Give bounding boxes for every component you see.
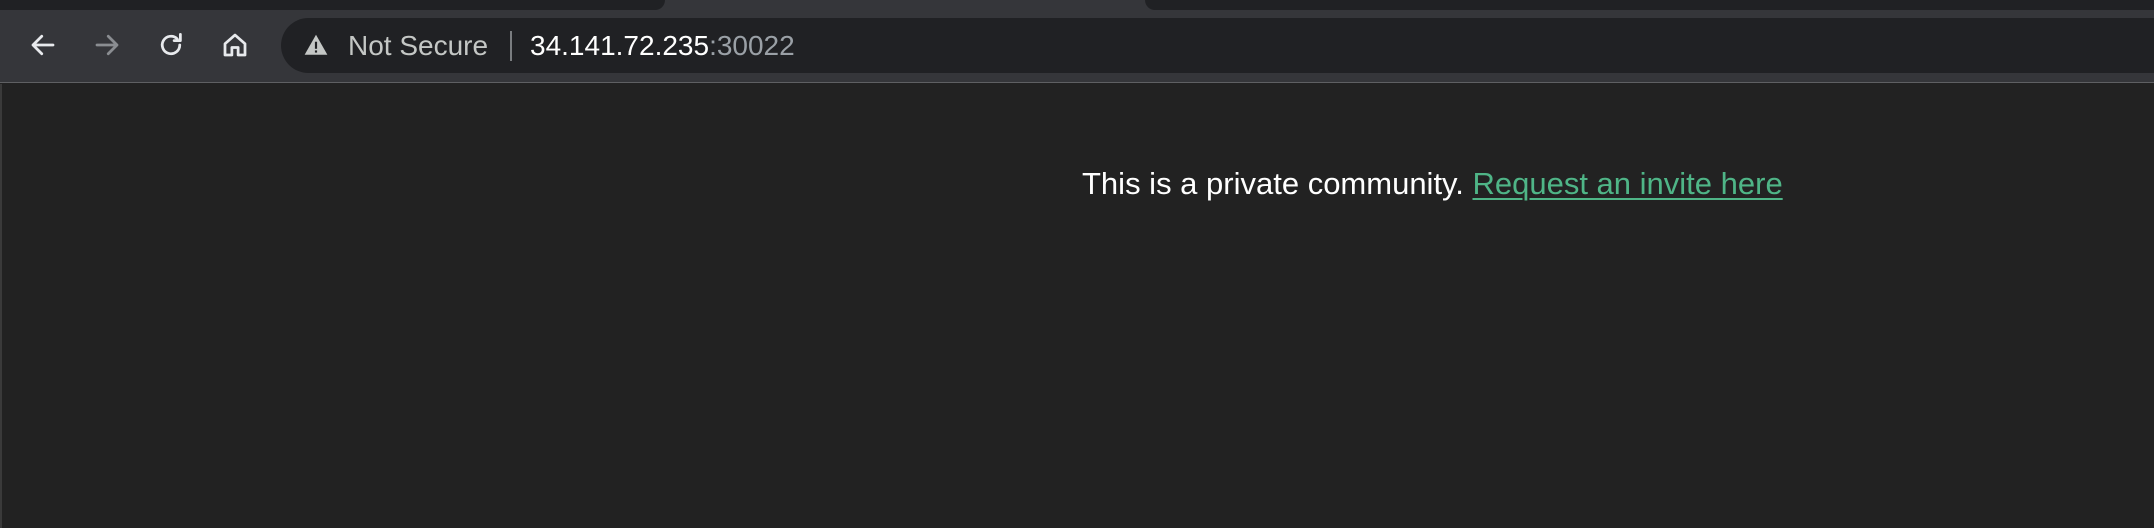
- request-invite-link[interactable]: Request an invite here: [1472, 166, 1782, 201]
- address-bar[interactable]: Not Secure 34.141.72.235:30022: [281, 18, 2154, 73]
- back-button[interactable]: [23, 25, 63, 65]
- omnibox-divider: [510, 31, 512, 61]
- back-arrow-icon: [31, 34, 55, 56]
- url-host: 34.141.72.235: [530, 30, 710, 61]
- warning-triangle-icon[interactable]: [303, 32, 329, 58]
- url-text[interactable]: 34.141.72.235:30022: [530, 18, 795, 73]
- home-icon: [223, 33, 247, 57]
- browser-toolbar: Not Secure 34.141.72.235:30022: [0, 0, 2154, 83]
- forward-button[interactable]: [87, 25, 127, 65]
- url-port: :30022: [709, 30, 795, 61]
- message-text: This is a private community.: [1082, 166, 1473, 201]
- forward-arrow-icon: [95, 34, 119, 56]
- private-community-message: This is a private community. Request an …: [1082, 166, 1783, 202]
- security-status-label[interactable]: Not Secure: [348, 18, 488, 73]
- home-button[interactable]: [215, 25, 255, 65]
- tab-strip-right[interactable]: [1145, 0, 2154, 10]
- tab-strip-left[interactable]: [0, 0, 665, 10]
- reload-icon: [160, 33, 182, 56]
- page-content: This is a private community. Request an …: [0, 84, 2154, 528]
- reload-button[interactable]: [151, 25, 191, 65]
